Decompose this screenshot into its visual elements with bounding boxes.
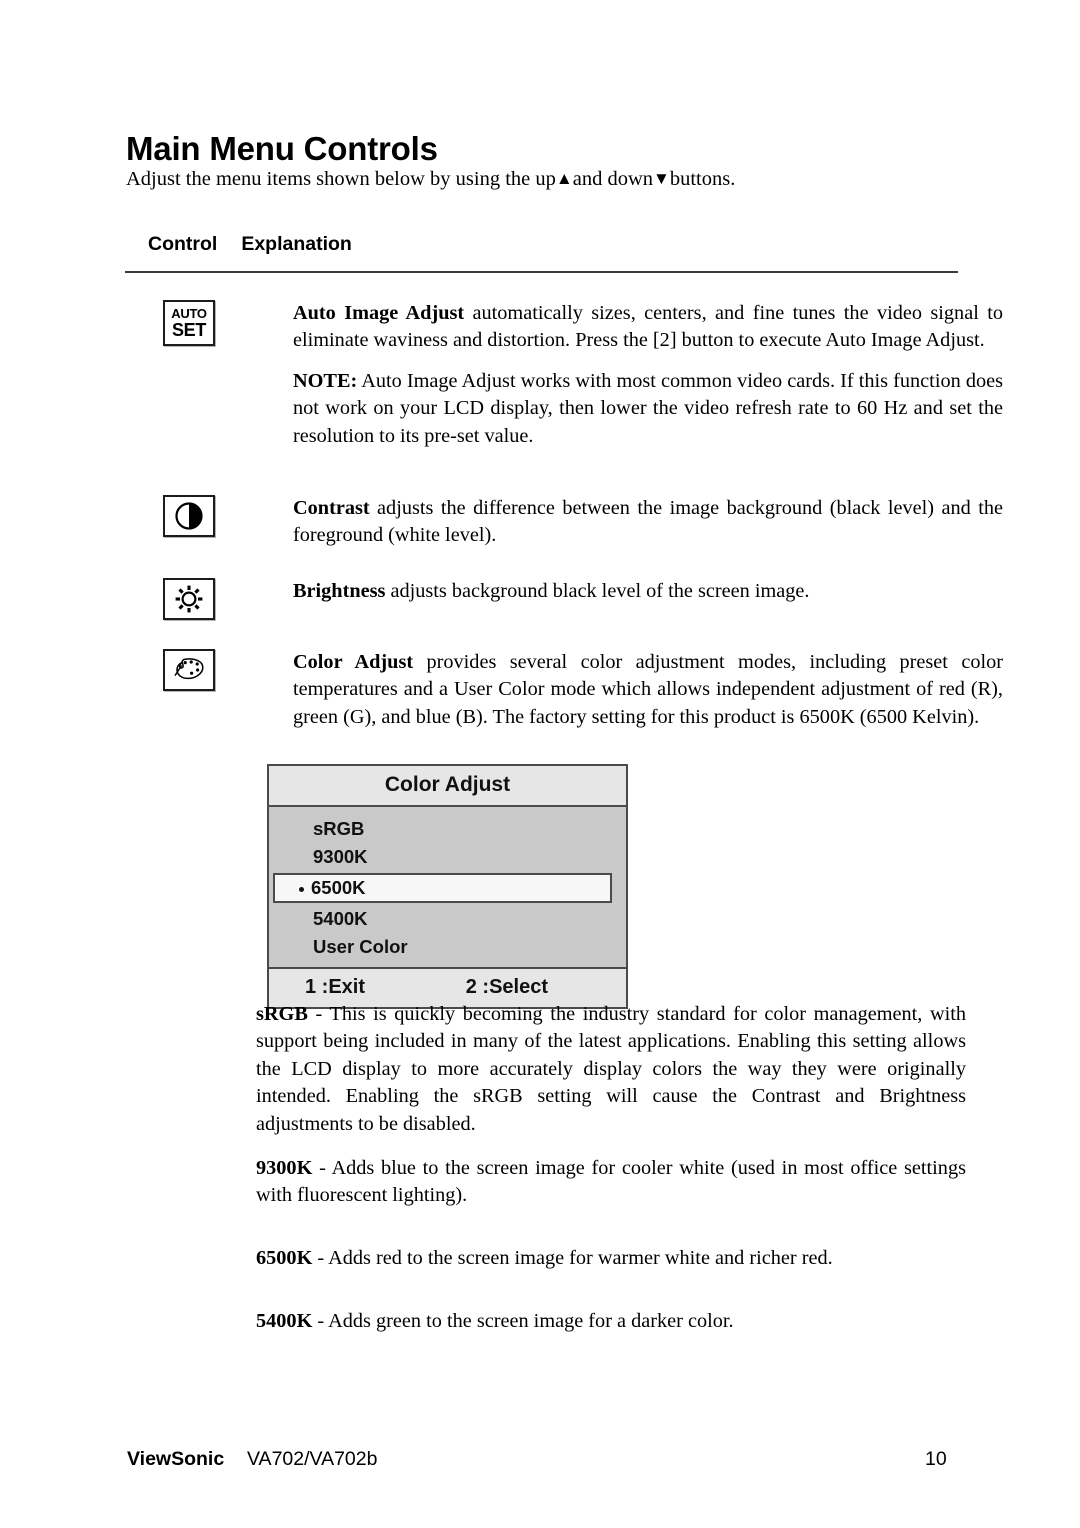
- brightness-icon-glyph: [175, 585, 203, 613]
- description-9300k: 9300K - Adds blue to the screen image fo…: [256, 1155, 966, 1210]
- n6500k-separator: -: [312, 1247, 329, 1269]
- column-header-control: Control: [148, 233, 218, 255]
- n9300k-body: Adds blue to the screen image for cooler…: [256, 1157, 966, 1207]
- up-arrow-icon: ▲: [555, 169, 573, 188]
- osd-item-label: 5400K: [313, 908, 368, 929]
- term-5400k: 5400K: [256, 1310, 313, 1332]
- osd-item-label: sRGB: [313, 818, 365, 839]
- down-arrow-icon: ▼: [653, 169, 670, 188]
- n5400k-body: Adds green to the screen image for a dar…: [328, 1310, 734, 1332]
- auto-set-icon-bottom-label: SET: [171, 320, 207, 340]
- srgb-separator: -: [307, 1003, 330, 1025]
- footer-model: VA702/VA702b: [247, 1448, 378, 1470]
- n5400k-separator: -: [312, 1310, 329, 1332]
- contrast-icon: [163, 495, 215, 537]
- brightness-text: Brightness adjusts background black leve…: [293, 578, 1003, 605]
- srgb-body: This is quickly becoming the industry st…: [256, 1003, 967, 1135]
- color-palette-icon-glyph: [174, 658, 204, 680]
- brightness-body: adjusts background black level of the sc…: [385, 580, 810, 602]
- osd-item-9300k[interactable]: 9300K: [269, 843, 626, 871]
- term-srgb: sRGB: [256, 1003, 308, 1025]
- term-brightness: Brightness: [293, 580, 386, 602]
- description-6500k: 6500K - Adds red to the screen image for…: [256, 1245, 966, 1272]
- osd-item-label: 6500K: [311, 877, 366, 898]
- osd-title: Color Adjust: [269, 766, 626, 807]
- brightness-icon: [163, 578, 215, 620]
- osd-item-user-color[interactable]: User Color: [269, 933, 626, 961]
- osd-select-hint[interactable]: 2 :Select: [466, 976, 548, 999]
- term-color-adjust: Color Adjust: [293, 651, 414, 673]
- contrast-text: Contrast adjusts the difference between …: [293, 495, 1003, 550]
- osd-item-label: 9300K: [313, 846, 368, 867]
- document-page: Main Menu Controls Adjust the menu items…: [0, 0, 1080, 1528]
- n6500k-body: Adds red to the screen image for warmer …: [328, 1247, 833, 1269]
- page-title: Main Menu Controls: [126, 130, 438, 168]
- osd-item-5400k[interactable]: 5400K: [269, 905, 626, 933]
- osd-exit-hint[interactable]: 1 :Exit: [305, 976, 365, 999]
- footer-page-number: 10: [925, 1448, 947, 1470]
- auto-set-icon: AUTO SET: [163, 300, 215, 346]
- selected-bullet-icon: [299, 887, 304, 892]
- color-palette-icon: [163, 649, 215, 691]
- description-srgb: sRGB - This is quickly becoming the indu…: [256, 1001, 966, 1138]
- osd-item-list: sRGB 9300K 6500K 5400K User Color: [269, 807, 626, 967]
- column-header-explanation: Explanation: [241, 233, 352, 255]
- auto-image-adjust-paragraph: Auto Image Adjust automatically sizes, c…: [293, 300, 1003, 355]
- header-divider: [125, 271, 958, 273]
- osd-item-6500k-selected[interactable]: 6500K: [273, 873, 612, 903]
- term-9300k: 9300K: [256, 1157, 313, 1179]
- auto-image-adjust-note: NOTE: Auto Image Adjust works with most …: [293, 368, 1003, 450]
- intro-paragraph: Adjust the menu items shown below by usi…: [126, 166, 966, 192]
- term-auto-image-adjust: Auto Image Adjust: [293, 302, 465, 324]
- auto-image-adjust-text: Auto Image Adjust automatically sizes, c…: [293, 300, 1003, 450]
- color-adjust-paragraph: Color Adjust provides several color adju…: [293, 649, 1003, 731]
- intro-text-mid: and down: [572, 168, 654, 190]
- intro-text-before: Adjust the menu items shown below by usi…: [126, 168, 556, 190]
- term-contrast: Contrast: [293, 497, 370, 519]
- contrast-body: adjusts the difference between the image…: [293, 497, 1003, 547]
- intro-text-after: buttons.: [669, 168, 736, 190]
- osd-item-label: User Color: [313, 936, 408, 957]
- contrast-icon-glyph: [175, 502, 203, 530]
- brightness-paragraph: Brightness adjusts background black leve…: [293, 578, 1003, 605]
- osd-item-srgb[interactable]: sRGB: [269, 815, 626, 843]
- color-adjust-text: Color Adjust provides several color adju…: [293, 649, 1003, 731]
- column-headers: Control Explanation: [148, 233, 352, 256]
- footer-brand: ViewSonic: [127, 1448, 225, 1470]
- auto-set-icon-top-label: AUTO: [171, 306, 207, 321]
- note-body: Auto Image Adjust works with most common…: [293, 369, 1003, 447]
- term-6500k: 6500K: [256, 1247, 313, 1269]
- n9300k-separator: -: [312, 1157, 332, 1179]
- description-5400k: 5400K - Adds green to the screen image f…: [256, 1308, 966, 1335]
- note-label: NOTE:: [293, 369, 358, 392]
- osd-color-adjust-menu: Color Adjust sRGB 9300K 6500K 5400K User…: [267, 764, 628, 1009]
- contrast-paragraph: Contrast adjusts the difference between …: [293, 495, 1003, 550]
